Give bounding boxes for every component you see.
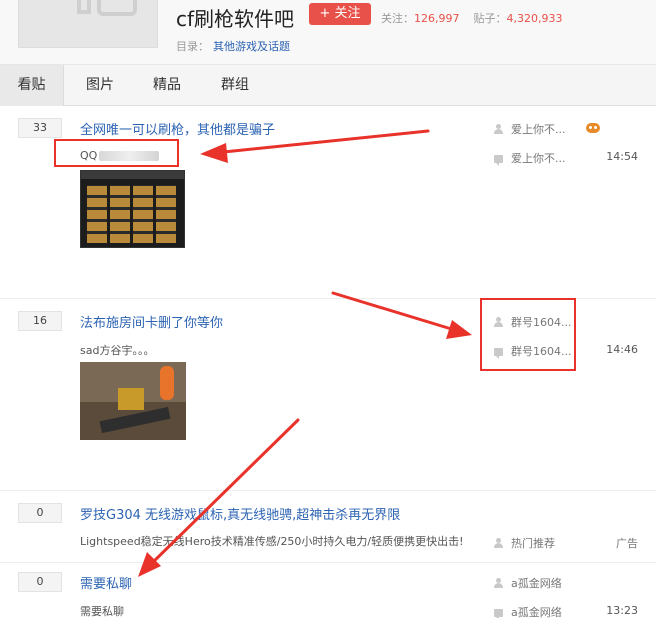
reply-count: 33 <box>18 118 62 138</box>
author-name: 爱上你不... <box>511 123 566 136</box>
thread-title[interactable]: 罗技G304 无线游戏鼠标,真无线驰骋,超神击杀再无界限 <box>80 504 400 523</box>
forum-name[interactable]: cf刷枪软件吧 <box>176 3 294 32</box>
thread-author[interactable]: 爱上你不... <box>494 121 566 137</box>
ad-tag: 广告 <box>616 537 638 550</box>
thread-time: 13:23 <box>606 604 638 617</box>
tab-groups[interactable]: 群组 <box>208 65 262 106</box>
thread-title[interactable]: 全网唯一可以刷枪，其他都是骗子 <box>80 119 275 138</box>
thread-item: 0 需要私聊 需要私聊 a孤金网络 a孤金网络 13:23 <box>0 563 656 618</box>
post-count: 4,320,933 <box>506 12 563 25</box>
annotation-box-group <box>480 298 576 371</box>
thread-abstract: Lightspeed稳定无线Hero技术精准传感/250小时持久电力/轻质便携更… <box>80 535 464 548</box>
avatar-placeholder-icon <box>77 0 91 14</box>
comment-icon <box>494 155 503 166</box>
forum-stats: 关注：126,997 贴子：4,320,933 <box>381 10 576 26</box>
thread-title[interactable]: 法布施房间卡删了你等你 <box>80 312 223 331</box>
tab-bar: 看贴 图片 精品 群组 <box>0 64 656 106</box>
thumbnail-gun <box>99 406 171 434</box>
catalog: 目录： 其他游戏及话题 <box>176 38 290 54</box>
catalog-link[interactable]: 其他游戏及话题 <box>213 40 290 53</box>
comment-icon <box>494 609 503 618</box>
author-name: 热门推荐 <box>511 537 555 550</box>
thread-thumbnail[interactable] <box>80 362 186 440</box>
annotation-box-qq <box>54 139 179 167</box>
catalog-label: 目录： <box>176 40 209 53</box>
thread-time: 14:54 <box>606 150 638 163</box>
last-reply[interactable]: 爱上你不... <box>494 150 566 166</box>
forum-avatar[interactable] <box>18 0 158 48</box>
thread-title[interactable]: 需要私聊 <box>80 573 132 592</box>
follow-count: 126,997 <box>414 12 460 25</box>
last-reply[interactable]: a孤金网络 <box>494 604 562 618</box>
thumbnail-grid <box>87 185 179 243</box>
reply-count: 0 <box>18 572 62 592</box>
tab-images[interactable]: 图片 <box>74 65 126 106</box>
thread-item-ad: 0 罗技G304 无线游戏鼠标,真无线驰骋,超神击杀再无界限 Lightspee… <box>0 491 656 563</box>
reply-count: 0 <box>18 503 62 523</box>
thread-author[interactable]: a孤金网络 <box>494 575 562 591</box>
thread-abstract: sad方谷宇。。。 <box>80 344 155 357</box>
thread-author[interactable]: 热门推荐 <box>494 535 555 551</box>
tab-featured[interactable]: 精品 <box>140 65 194 106</box>
tab-posts[interactable]: 看贴 <box>0 65 64 106</box>
follow-count-label: 关注： <box>381 12 414 25</box>
post-count-label: 贴子： <box>473 12 507 25</box>
thumbnail-bar <box>81 171 184 179</box>
thumbnail-crate <box>118 388 144 410</box>
user-icon <box>494 578 504 588</box>
follow-button[interactable]: + 关注 <box>309 3 371 25</box>
reply-count: 16 <box>18 311 62 331</box>
user-icon <box>494 538 504 548</box>
user-icon <box>494 124 504 134</box>
last-reply-name: a孤金网络 <box>511 606 562 618</box>
thread-thumbnail[interactable] <box>80 170 185 248</box>
forum-header: cf刷枪软件吧 + 关注 关注：126,997 贴子：4,320,933 目录： 其… <box>0 0 656 64</box>
avatar-placeholder-icon <box>97 0 137 16</box>
last-reply-name: 爱上你不... <box>511 152 566 165</box>
author-name: a孤金网络 <box>511 577 562 590</box>
thread-abstract: 需要私聊 <box>80 605 124 618</box>
game-controller-icon <box>586 123 600 133</box>
thumbnail-fire <box>160 366 174 400</box>
thread-time: 14:46 <box>606 343 638 356</box>
